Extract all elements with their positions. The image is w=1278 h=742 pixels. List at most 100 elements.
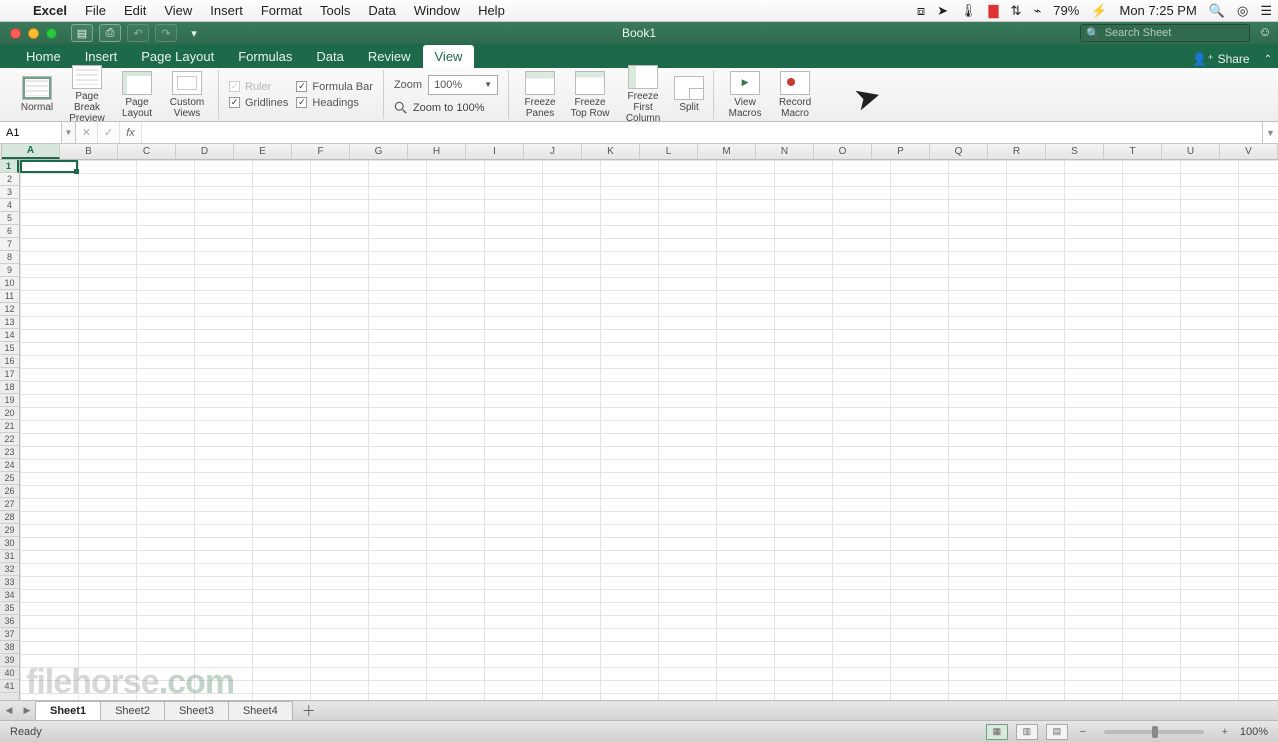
row-header-20[interactable]: 20 [0, 407, 19, 420]
row-header-41[interactable]: 41 [0, 680, 19, 693]
record-macro-button[interactable]: Record Macro [770, 71, 820, 119]
row-header-36[interactable]: 36 [0, 615, 19, 628]
menu-view[interactable]: View [155, 3, 201, 18]
row-header-33[interactable]: 33 [0, 576, 19, 589]
row-header-39[interactable]: 39 [0, 654, 19, 667]
tab-formulas[interactable]: Formulas [226, 45, 304, 68]
menu-window[interactable]: Window [405, 3, 469, 18]
column-header-L[interactable]: L [640, 144, 698, 159]
column-header-D[interactable]: D [176, 144, 234, 159]
selected-cell[interactable] [20, 160, 78, 173]
normal-view-button[interactable]: Normal [12, 76, 62, 113]
row-header-4[interactable]: 4 [0, 199, 19, 212]
row-header-37[interactable]: 37 [0, 628, 19, 641]
menu-file[interactable]: File [76, 3, 115, 18]
row-header-14[interactable]: 14 [0, 329, 19, 342]
row-header-9[interactable]: 9 [0, 264, 19, 277]
formula-input[interactable] [142, 122, 1262, 143]
menu-tools[interactable]: Tools [311, 3, 359, 18]
column-header-K[interactable]: K [582, 144, 640, 159]
menu-insert[interactable]: Insert [201, 3, 252, 18]
cell-grid[interactable] [20, 160, 1278, 700]
sync-icon[interactable]: ⇅ [1005, 3, 1028, 19]
clock[interactable]: Mon 7:25 PM [1113, 3, 1202, 18]
prev-sheet-button[interactable]: ◀ [0, 702, 18, 720]
row-header-40[interactable]: 40 [0, 667, 19, 680]
column-header-V[interactable]: V [1220, 144, 1278, 159]
next-sheet-button[interactable]: ▶ [18, 702, 36, 720]
undo-button[interactable]: ↶ [127, 24, 149, 42]
app-name[interactable]: Excel [24, 3, 76, 18]
tab-page-layout[interactable]: Page Layout [129, 45, 226, 68]
temp-icon[interactable]: 🌡 [954, 3, 983, 19]
gridlines-checkbox[interactable]: ✓Gridlines [229, 97, 288, 109]
row-header-18[interactable]: 18 [0, 381, 19, 394]
page-layout-view-icon[interactable]: ▥ [1016, 724, 1038, 740]
row-header-7[interactable]: 7 [0, 238, 19, 251]
cancel-formula-button[interactable]: ✕ [76, 122, 98, 143]
name-box-dropdown[interactable]: ▼ [62, 122, 76, 143]
menu-help[interactable]: Help [469, 3, 514, 18]
enter-formula-button[interactable]: ✓ [98, 122, 120, 143]
column-header-H[interactable]: H [408, 144, 466, 159]
print-button[interactable]: ⎙ [99, 24, 121, 42]
column-header-S[interactable]: S [1046, 144, 1104, 159]
row-header-32[interactable]: 32 [0, 563, 19, 576]
menu-data[interactable]: Data [359, 3, 404, 18]
row-header-21[interactable]: 21 [0, 420, 19, 433]
column-header-T[interactable]: T [1104, 144, 1162, 159]
sheet-tab-sheet3[interactable]: Sheet3 [164, 701, 229, 720]
row-header-29[interactable]: 29 [0, 524, 19, 537]
column-header-N[interactable]: N [756, 144, 814, 159]
column-header-P[interactable]: P [872, 144, 930, 159]
add-sheet-button[interactable]: ＋ [299, 701, 319, 721]
row-header-1[interactable]: 1 [0, 160, 19, 173]
row-header-12[interactable]: 12 [0, 303, 19, 316]
page-break-view-icon[interactable]: ▤ [1046, 724, 1068, 740]
row-header-38[interactable]: 38 [0, 641, 19, 654]
column-header-J[interactable]: J [524, 144, 582, 159]
row-header-23[interactable]: 23 [0, 446, 19, 459]
row-header-34[interactable]: 34 [0, 589, 19, 602]
zoom-select[interactable]: 100%▼ [428, 75, 498, 95]
custom-views-button[interactable]: Custom Views [162, 71, 212, 119]
row-header-26[interactable]: 26 [0, 485, 19, 498]
row-header-8[interactable]: 8 [0, 251, 19, 264]
view-macros-button[interactable]: View Macros [720, 71, 770, 119]
column-header-O[interactable]: O [814, 144, 872, 159]
zoom-percent[interactable]: 100% [1240, 726, 1268, 738]
row-header-15[interactable]: 15 [0, 342, 19, 355]
row-header-25[interactable]: 25 [0, 472, 19, 485]
page-break-preview-button[interactable]: Page Break Preview [62, 65, 112, 124]
column-header-U[interactable]: U [1162, 144, 1220, 159]
column-header-Q[interactable]: Q [930, 144, 988, 159]
expand-formula-bar-button[interactable]: ▼ [1262, 122, 1278, 143]
tab-view[interactable]: View [423, 45, 475, 68]
zoom-out-button[interactable]: − [1076, 726, 1090, 738]
column-header-I[interactable]: I [466, 144, 524, 159]
battery-icon[interactable]: ⚡ [1085, 3, 1113, 19]
row-header-10[interactable]: 10 [0, 277, 19, 290]
row-header-27[interactable]: 27 [0, 498, 19, 511]
row-header-5[interactable]: 5 [0, 212, 19, 225]
column-header-B[interactable]: B [60, 144, 118, 159]
row-header-30[interactable]: 30 [0, 537, 19, 550]
row-header-11[interactable]: 11 [0, 290, 19, 303]
notification-center-icon[interactable]: ☰ [1254, 3, 1278, 19]
qat-customize[interactable]: ▾ [183, 24, 205, 42]
freeze-top-row-button[interactable]: Freeze Top Row [565, 71, 615, 119]
share-button[interactable]: 👤⁺ Share [1184, 50, 1257, 68]
spotlight-icon[interactable]: 🔍 [1203, 3, 1231, 19]
row-header-28[interactable]: 28 [0, 511, 19, 524]
row-header-35[interactable]: 35 [0, 602, 19, 615]
row-header-24[interactable]: 24 [0, 459, 19, 472]
row-header-3[interactable]: 3 [0, 186, 19, 199]
battery-percent[interactable]: 79% [1047, 3, 1085, 18]
normal-view-icon[interactable]: ▦ [986, 724, 1008, 740]
sheet-tab-sheet4[interactable]: Sheet4 [228, 701, 293, 720]
row-header-22[interactable]: 22 [0, 433, 19, 446]
sheet-tab-sheet1[interactable]: Sheet1 [35, 701, 101, 720]
zoom-in-button[interactable]: + [1218, 726, 1232, 738]
zoom-slider[interactable] [1104, 730, 1204, 734]
row-header-13[interactable]: 13 [0, 316, 19, 329]
